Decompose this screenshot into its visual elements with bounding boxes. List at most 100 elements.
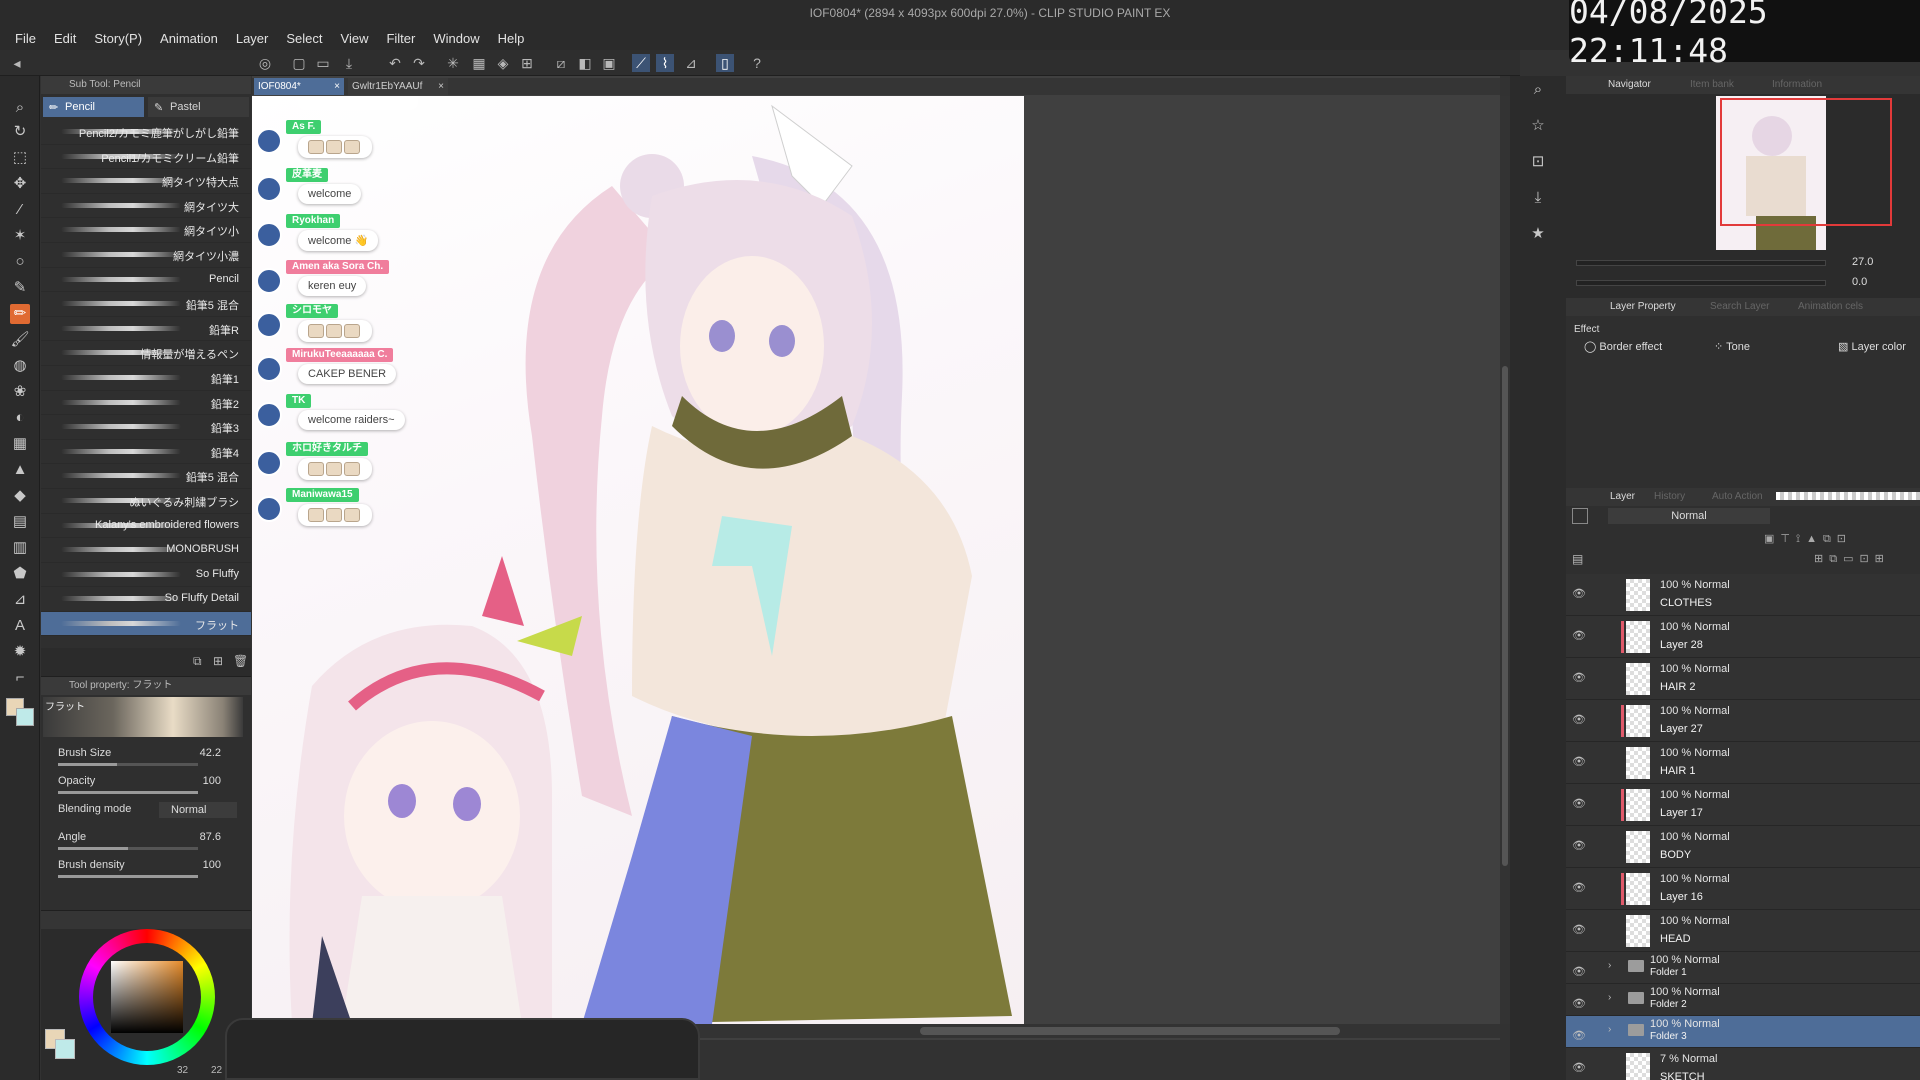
eyedropper-tool-icon[interactable]: ⁄ bbox=[10, 200, 30, 220]
panel-toggle-icon[interactable]: ◂ bbox=[8, 54, 26, 72]
auto-select-tool-icon[interactable]: ✶ bbox=[10, 226, 30, 246]
tab-item-bank[interactable]: Item bank bbox=[1690, 79, 1734, 90]
doc-tab-active[interactable]: IOF0804* × bbox=[254, 78, 344, 95]
favorite-icon[interactable]: ★ bbox=[1528, 224, 1548, 244]
brush-item[interactable]: 網タイツ大 bbox=[41, 194, 251, 219]
new-file-icon[interactable]: ▢ bbox=[290, 54, 308, 72]
fill-tool-icon[interactable]: ▲ bbox=[10, 460, 30, 480]
transform-icon[interactable]: ◈ bbox=[494, 54, 512, 72]
delete-subtool-icon[interactable]: 🗑 bbox=[233, 654, 248, 668]
rotation-value[interactable]: 0.0 bbox=[1852, 276, 1867, 288]
snap-grid-icon[interactable]: ⊿ bbox=[682, 54, 700, 72]
layer-row[interactable]: 👁 7 % Normal SKETCH bbox=[1566, 1048, 1920, 1080]
layer-color-button[interactable]: ▧ Layer color bbox=[1838, 340, 1906, 353]
text-tool-icon[interactable]: A bbox=[10, 616, 30, 636]
balloon-tool-icon[interactable]: ✹ bbox=[10, 642, 30, 662]
menu-help[interactable]: Help bbox=[489, 31, 534, 46]
fill-icon[interactable]: ▦ bbox=[470, 54, 488, 72]
tab-pencil[interactable]: ✏ Pencil bbox=[43, 97, 144, 117]
blending-mode-row[interactable]: Blending mode Normal bbox=[41, 799, 251, 827]
layer-folder-row[interactable]: 👁 › 100 % Normal Folder 1 bbox=[1566, 952, 1920, 984]
brush-size-row[interactable]: Brush Size 42.2 bbox=[41, 743, 251, 771]
tab-navigator[interactable]: Navigator bbox=[1608, 79, 1651, 90]
brush-item[interactable]: 網タイツ特大点 bbox=[41, 169, 251, 194]
close-icon[interactable]: × bbox=[334, 78, 340, 95]
horizontal-scroll-thumb[interactable] bbox=[920, 1027, 1340, 1035]
sub-color-swatch[interactable] bbox=[16, 708, 34, 726]
operation-tool-icon[interactable]: ⬚ bbox=[10, 148, 30, 168]
layer-row[interactable]: 👁 100 % Normal Layer 28 bbox=[1566, 616, 1920, 658]
angle-value[interactable]: 87.6 bbox=[200, 831, 221, 843]
brush-item[interactable]: Kalany's embroidered flowers bbox=[41, 514, 251, 539]
eye-icon[interactable]: 👁 bbox=[1572, 965, 1586, 978]
eye-icon[interactable]: 👁 bbox=[1572, 1029, 1586, 1042]
ruler-tool-icon[interactable]: ⊿ bbox=[10, 590, 30, 610]
brush-item[interactable]: MONOBRUSH bbox=[41, 538, 251, 563]
chevron-right-icon[interactable]: › bbox=[1608, 960, 1611, 971]
eye-icon[interactable]: 👁 bbox=[1572, 587, 1586, 600]
layer-color-toggle[interactable] bbox=[1572, 508, 1588, 524]
tab-search-layer[interactable]: Search Layer bbox=[1710, 301, 1769, 312]
lasso-tool-icon[interactable]: ○ bbox=[10, 252, 30, 272]
panel-tool-icon[interactable]: ▤ bbox=[10, 512, 30, 532]
brush-item[interactable]: 鉛筆5 混合 bbox=[41, 464, 251, 489]
zoom-slider[interactable] bbox=[1576, 260, 1826, 266]
eye-icon[interactable]: 👁 bbox=[1572, 755, 1586, 768]
brush-item[interactable]: ぬいぐるみ刺繍ブラシ bbox=[41, 489, 251, 514]
layer-row[interactable]: 👁 100 % Normal HAIR 2 bbox=[1566, 658, 1920, 700]
opacity-row[interactable]: Opacity 100 bbox=[41, 771, 251, 799]
brush-item[interactable]: 鉛筆R bbox=[41, 317, 251, 342]
zoom-tool-icon[interactable]: ⌕ bbox=[10, 98, 30, 118]
blending-mode-select[interactable]: Normal bbox=[159, 802, 237, 818]
tab-history[interactable]: History bbox=[1654, 491, 1685, 502]
vertical-scroll-thumb[interactable] bbox=[1502, 366, 1508, 866]
search-icon[interactable]: ⌕ bbox=[1528, 80, 1548, 100]
drawing-canvas[interactable]: As F. 皮革麦 welcome Ryokhan welcome 👋 Amen aka … bbox=[252, 96, 1024, 1024]
brush-density-row[interactable]: Brush density 100 bbox=[41, 855, 251, 883]
eraser-tool-icon[interactable]: ◆ bbox=[10, 486, 30, 506]
chevron-right-icon[interactable]: › bbox=[1608, 992, 1611, 1003]
correct-line-tool-icon[interactable]: ⌐ bbox=[10, 668, 30, 688]
brush-item[interactable]: 網タイツ小濃 bbox=[41, 243, 251, 268]
eye-icon[interactable]: 👁 bbox=[1572, 713, 1586, 726]
menu-story[interactable]: Story(P) bbox=[85, 31, 151, 46]
crop-icon[interactable]: ⊞ bbox=[518, 54, 536, 72]
brush-item[interactable]: 鉛筆2 bbox=[41, 391, 251, 416]
border-effect-button[interactable]: ◯ Border effect bbox=[1584, 340, 1662, 353]
brush-size-slider[interactable] bbox=[58, 763, 198, 766]
doc-tab-2[interactable]: Gwltr1EbYAAUf × bbox=[348, 78, 448, 95]
layer-tools-row-1[interactable]: ▣⊤⟟▲⧉⊡ bbox=[1764, 532, 1852, 546]
layer-opacity-bar[interactable] bbox=[1776, 492, 1920, 500]
brush-item[interactable]: 網タイツ小 bbox=[41, 218, 251, 243]
color-wheel[interactable] bbox=[79, 929, 215, 1065]
tab-pastel[interactable]: ✎ Pastel bbox=[148, 97, 249, 117]
frame-tool-icon[interactable]: ▦ bbox=[10, 434, 30, 454]
menu-filter[interactable]: Filter bbox=[377, 31, 424, 46]
layer-folder-row[interactable]: 👁 › 100 % Normal Folder 2 bbox=[1566, 984, 1920, 1016]
brush-item[interactable]: 鉛筆5 混合 bbox=[41, 292, 251, 317]
menu-view[interactable]: View bbox=[332, 31, 378, 46]
layer-row[interactable]: 👁 100 % Normal HAIR 1 bbox=[1566, 742, 1920, 784]
chevron-right-icon[interactable]: › bbox=[1608, 1024, 1611, 1035]
tone-button[interactable]: ⁘ Tone bbox=[1714, 340, 1750, 353]
layer-row[interactable]: 👁 100 % Normal HEAD bbox=[1566, 910, 1920, 952]
layer-panel-menu-icon[interactable]: ▤ bbox=[1572, 552, 1583, 566]
new-subtool-icon[interactable]: ⊞ bbox=[213, 654, 223, 668]
opacity-slider[interactable] bbox=[58, 791, 198, 794]
tab-information[interactable]: Information bbox=[1772, 79, 1822, 90]
eye-icon[interactable]: 👁 bbox=[1572, 671, 1586, 684]
snap-special-ruler-icon[interactable]: ⌇ bbox=[656, 54, 674, 72]
eye-icon[interactable]: 👁 bbox=[1572, 629, 1586, 642]
device-icon[interactable]: ▯ bbox=[716, 54, 734, 72]
menu-file[interactable]: File bbox=[6, 31, 45, 46]
ruler-icon[interactable]: ◧ bbox=[576, 54, 594, 72]
pencil-tool-icon[interactable]: ✏ bbox=[10, 304, 30, 324]
gradient-tool-icon[interactable]: ▥ bbox=[10, 538, 30, 558]
move-tool-icon[interactable]: ✥ bbox=[10, 174, 30, 194]
tab-layer-property[interactable]: Layer Property bbox=[1610, 301, 1676, 312]
layer-row[interactable]: 👁 100 % Normal BODY bbox=[1566, 826, 1920, 868]
angle-slider[interactable] bbox=[58, 847, 198, 850]
brush-tool-icon[interactable]: 🖌 bbox=[10, 330, 30, 350]
rotation-slider[interactable] bbox=[1576, 280, 1826, 286]
eye-icon[interactable]: 👁 bbox=[1572, 1061, 1586, 1074]
